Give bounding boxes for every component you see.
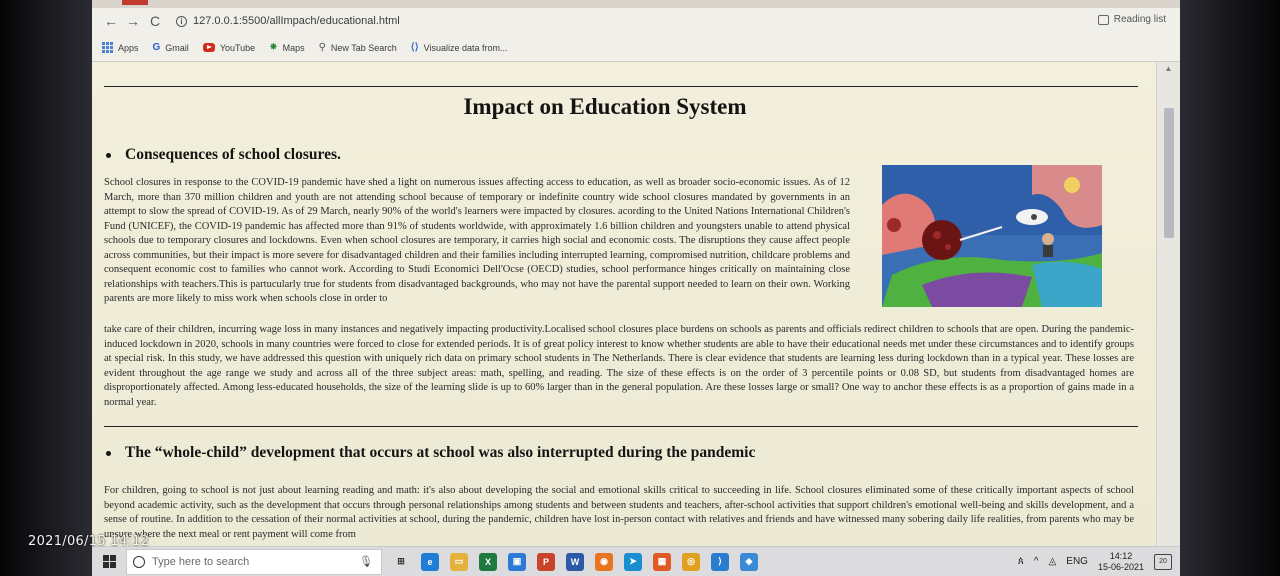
- monitor-bezel-right: [1180, 0, 1280, 576]
- paragraph: School closures in response to the COVID…: [104, 177, 850, 304]
- bullet-icon: [106, 152, 111, 158]
- search-placeholder: Type here to search: [152, 555, 250, 568]
- edge-browser-icon[interactable]: e: [421, 552, 439, 571]
- info-icon[interactable]: i: [176, 15, 187, 27]
- bookmark-label: Apps: [118, 42, 139, 53]
- bookmark-label: Gmail: [165, 42, 189, 53]
- youtube-icon: [202, 43, 215, 52]
- telegram-icon[interactable]: ➤: [624, 552, 642, 571]
- cortana-circle-icon: [133, 555, 145, 568]
- reading-list-icon: [1097, 14, 1109, 25]
- bookmark-label: New Tab Search: [330, 42, 397, 53]
- address-bar-row: ← → C i 127.0.0.1:5500/allImpach/educati…: [92, 8, 1180, 34]
- scroll-thumb[interactable]: [1164, 108, 1174, 238]
- photo-app-icon[interactable]: ▦: [653, 552, 671, 571]
- reading-list-label: Reading list: [1113, 14, 1166, 25]
- browser-window: ← → C i 127.0.0.1:5500/allImpach/educati…: [92, 0, 1180, 576]
- word-icon[interactable]: W: [566, 552, 584, 571]
- code-brackets-icon: ⟨⟩: [410, 42, 419, 53]
- bookmark-visualize-data[interactable]: ⟨⟩ Visualize data from...: [411, 42, 508, 53]
- tab-strip: [92, 0, 1180, 8]
- powerpoint-icon[interactable]: P: [537, 552, 555, 571]
- url-field[interactable]: i 127.0.0.1:5500/allImpach/educational.h…: [176, 15, 400, 27]
- reading-list-button[interactable]: Reading list: [1097, 14, 1166, 25]
- clock-time: 14:12: [1109, 550, 1133, 561]
- system-tray: ጰ ^ ◬ ENG 14:12 15-06-2021 20: [1018, 551, 1180, 573]
- store-icon[interactable]: ▣: [508, 552, 526, 571]
- taskbar-search-box[interactable]: Type here to search 🎙: [126, 548, 382, 575]
- bullet-icon: [106, 450, 111, 456]
- clock-date: 15-06-2021: [1097, 561, 1144, 572]
- forward-arrow-icon[interactable]: →: [122, 13, 144, 29]
- scroll-up-icon[interactable]: ▲: [1157, 62, 1180, 76]
- start-button[interactable]: [92, 547, 126, 576]
- bookmark-label: YouTube: [219, 42, 256, 53]
- bookmark-maps[interactable]: ✸ Maps: [269, 42, 304, 53]
- bookmark-label: Visualize data from...: [423, 42, 508, 53]
- paragraph: For children, going to school is not jus…: [104, 485, 1134, 540]
- app-icon[interactable]: ◆: [740, 552, 758, 571]
- section-heading-text: Consequences of school closures.: [125, 146, 341, 163]
- language-indicator[interactable]: ENG: [1066, 556, 1088, 567]
- page-title: Impact on Education System: [463, 94, 747, 119]
- windows-taskbar: Type here to search 🎙 ⊞ e ▭ X ▣ P W ◉ ➤ …: [92, 546, 1180, 576]
- reload-icon[interactable]: C: [144, 13, 166, 29]
- paragraph: take care of their children, incurring w…: [104, 324, 1134, 408]
- bookmarks-bar: Apps G Gmail YouTube ✸ Maps ⚲ New Tab Se…: [92, 34, 1180, 62]
- active-tab[interactable]: [122, 0, 148, 5]
- system-clock[interactable]: 14:12 15-06-2021: [1098, 551, 1144, 573]
- notification-icon[interactable]: 20: [1154, 553, 1172, 570]
- vscode-icon[interactable]: ⟩: [711, 552, 729, 571]
- bookmark-apps[interactable]: Apps: [102, 42, 139, 53]
- section-heading: Consequences of school closures.: [106, 146, 341, 164]
- excel-icon[interactable]: X: [479, 552, 497, 571]
- page-content: Impact on Education System Consequences …: [92, 62, 1156, 546]
- file-explorer-icon[interactable]: ▭: [450, 552, 468, 571]
- firefox-icon[interactable]: ◉: [595, 552, 613, 571]
- vertical-scrollbar[interactable]: ▲: [1156, 62, 1180, 546]
- chevron-up-icon[interactable]: ^: [1034, 556, 1039, 567]
- bookmark-label: Maps: [282, 42, 305, 53]
- back-arrow-icon[interactable]: ←: [100, 13, 122, 29]
- section-heading: The “whole-child” development that occur…: [106, 444, 755, 462]
- title-divider: [104, 86, 1138, 87]
- bookmark-gmail[interactable]: G Gmail: [153, 42, 189, 53]
- people-icon[interactable]: ጰ: [1018, 556, 1024, 567]
- section-divider: [104, 426, 1138, 427]
- bookmark-new-tab-search[interactable]: ⚲ New Tab Search: [319, 42, 397, 53]
- google-g-icon: G: [152, 42, 161, 53]
- monitor-bezel-left: [0, 0, 92, 576]
- microphone-icon[interactable]: 🎙: [359, 555, 373, 568]
- url-text: 127.0.0.1:5500/allImpach/educational.htm…: [193, 15, 400, 27]
- search-icon: ⚲: [318, 42, 326, 53]
- taskbar-apps: ⊞ e ▭ X ▣ P W ◉ ➤ ▦ ◎ ⟩ ◆: [392, 552, 758, 571]
- photo-timestamp: 2021/06/15 14:12: [28, 534, 150, 549]
- bookmark-youtube[interactable]: YouTube: [202, 42, 256, 53]
- chrome-icon[interactable]: ◎: [682, 552, 700, 571]
- apps-grid-icon: [102, 42, 113, 53]
- network-icon[interactable]: ◬: [1049, 556, 1057, 567]
- section-heading-text: The “whole-child” development that occur…: [125, 444, 756, 461]
- covid-virus-illustration: [882, 165, 1102, 307]
- task-view-icon[interactable]: ⊞: [392, 553, 410, 571]
- maps-icon: ✸: [269, 42, 278, 53]
- windows-logo-icon: [102, 555, 116, 568]
